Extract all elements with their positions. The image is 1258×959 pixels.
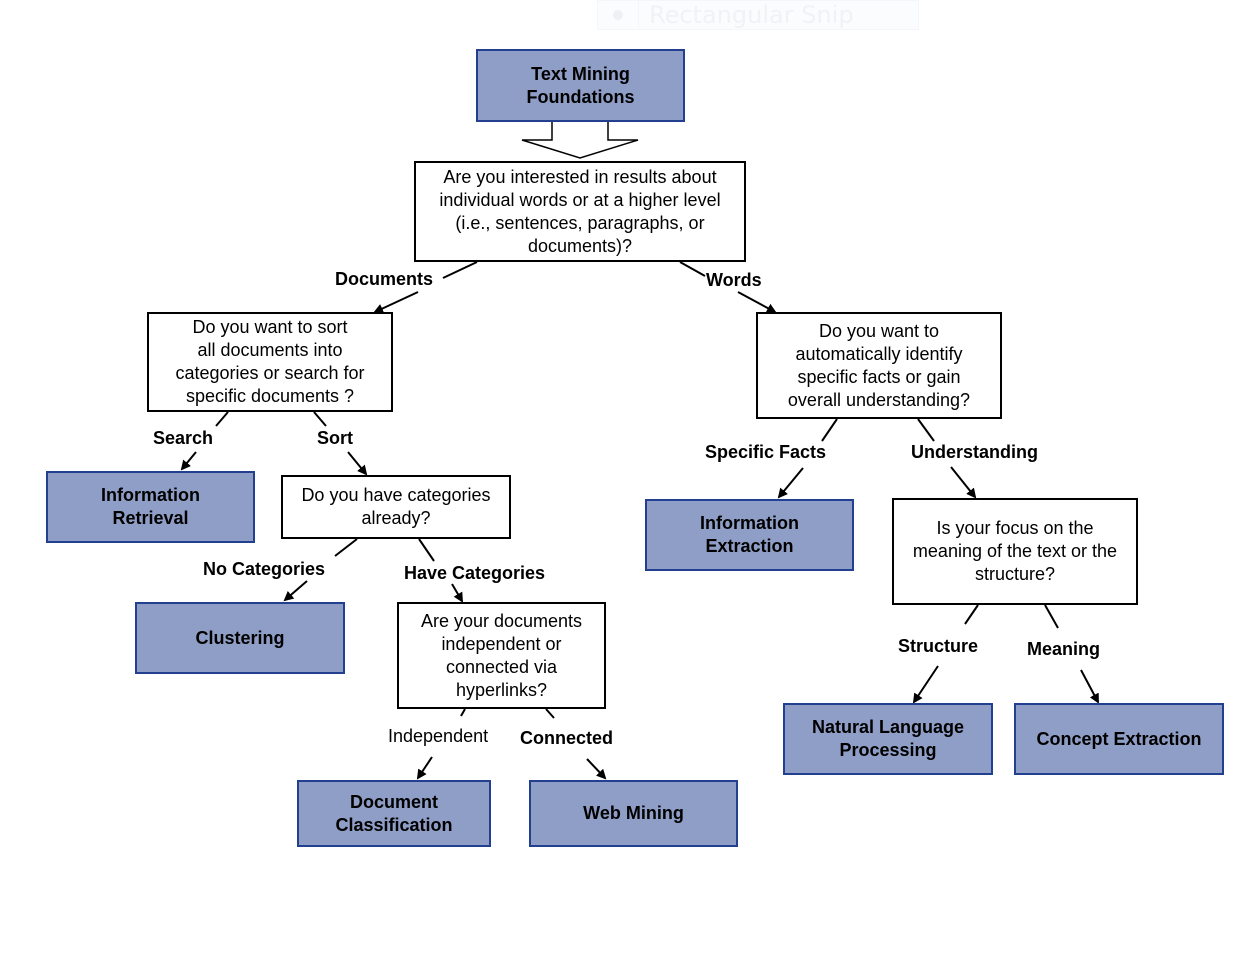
- edge-understanding-lower: [950, 466, 977, 499]
- edge-meaning-lower: [1080, 669, 1099, 704]
- outcome-web-mining: Web Mining: [529, 780, 738, 847]
- label-documents: Documents: [335, 269, 434, 289]
- label-have-categories: Have Categories: [404, 563, 546, 583]
- question-level: Are you interested in results about indi…: [414, 161, 746, 262]
- edge-connected-lower: [586, 758, 607, 780]
- question-sort-or-search: Do you want to sort all documents into c…: [147, 312, 393, 412]
- question-have-categories: Do you have categories already?: [281, 475, 511, 539]
- outcome-clustering: Clustering: [135, 602, 345, 674]
- label-understanding: Understanding: [911, 442, 1039, 462]
- outcome-document-classification: Document Classification: [297, 780, 491, 847]
- question-meaning-or-structure: Is your focus on the meaning of the text…: [892, 498, 1138, 605]
- edge-documents-upper: [442, 261, 478, 279]
- edge-specific-facts-lower: [777, 467, 804, 499]
- question-independent-or-connected: Are your documents independent or connec…: [397, 602, 606, 709]
- label-words: Words: [706, 270, 762, 290]
- label-specific-facts: Specific Facts: [705, 442, 827, 462]
- edge-structure-upper: [964, 604, 979, 625]
- node-text-mining-foundations: Text Mining Foundations: [476, 49, 685, 122]
- edge-words-lower: [737, 291, 777, 313]
- edge-have-categories-upper: [418, 538, 435, 562]
- label-independent: Independent: [388, 726, 489, 746]
- edge-connected-upper: [545, 708, 555, 719]
- edge-no-categories-lower: [283, 580, 308, 602]
- edge-meaning-upper: [1044, 604, 1059, 629]
- edge-words-upper: [679, 261, 706, 277]
- outcome-information-extraction: Information Extraction: [645, 499, 854, 571]
- edge-documents-lower: [373, 291, 419, 314]
- question-facts-or-understanding: Do you want to automatically identify sp…: [756, 312, 1002, 419]
- edge-search-lower: [180, 451, 197, 471]
- edge-have-categories-lower: [451, 583, 464, 603]
- edge-specific-facts-upper: [821, 418, 838, 442]
- edge-no-categories-upper: [334, 538, 358, 557]
- label-no-categories: No Categories: [203, 559, 326, 579]
- edge-independent-lower: [416, 756, 433, 780]
- edge-structure-lower: [912, 665, 939, 704]
- edge-independent-upper: [460, 708, 466, 717]
- outcome-concept-extraction: Concept Extraction: [1014, 703, 1224, 775]
- label-structure: Structure: [898, 636, 979, 656]
- block-arrow-icon: [521, 122, 639, 159]
- label-sort: Sort: [317, 428, 353, 448]
- edge-understanding-upper: [917, 418, 935, 442]
- outcome-natural-language-processing: Natural Language Processing: [783, 703, 993, 775]
- edge-search-upper: [215, 411, 229, 427]
- label-connected: Connected: [520, 728, 614, 748]
- edge-sort-upper: [313, 411, 327, 427]
- label-search: Search: [153, 428, 214, 448]
- label-meaning: Meaning: [1027, 639, 1101, 659]
- outcome-information-retrieval: Information Retrieval: [46, 471, 255, 543]
- edge-sort-lower: [347, 451, 368, 476]
